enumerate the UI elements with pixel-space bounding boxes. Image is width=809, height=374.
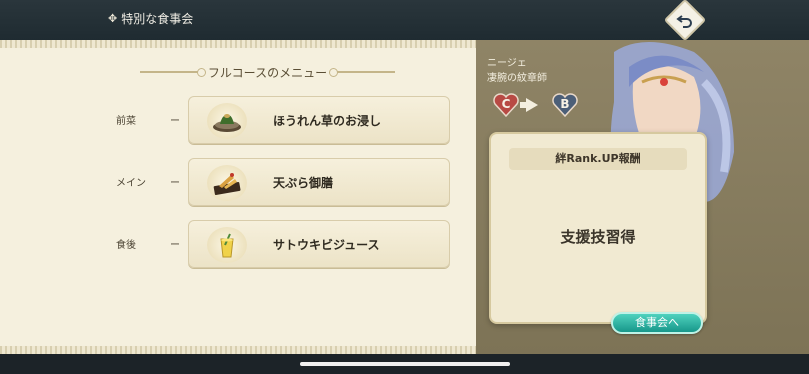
rank-next-letter: B [560, 97, 570, 111]
go-to-meal-button[interactable]: 食事会へ [611, 312, 703, 334]
spinach-dish-icon [207, 103, 247, 139]
course-label: 食後 [116, 240, 136, 251]
course-label: メイン [116, 178, 146, 189]
course-row-dessert: 食後 ー サトウキビジュース [0, 220, 476, 268]
arrow-right-icon [526, 98, 538, 112]
rank-current: C [493, 93, 519, 117]
reward-heading: 絆Rank.UP報酬 [509, 148, 687, 170]
course-row-main: メイン ー 天ぷら御膳 [0, 158, 476, 206]
reward-card: 絆Rank.UP報酬 支援技習得 [489, 132, 707, 324]
ornament-right [329, 68, 395, 77]
page-title: ✥ 特別な食事会 [108, 10, 193, 27]
top-bar: ✥ 特別な食事会 [0, 0, 809, 42]
panel-border [0, 40, 476, 48]
course-row-appetizer: 前菜 ー ほうれん草のお浸し [0, 96, 476, 144]
return-arrow-icon [676, 15, 692, 28]
tempura-dish-icon [207, 165, 247, 201]
back-button[interactable] [663, 0, 707, 42]
panel-border [0, 346, 476, 354]
dish-card-dessert[interactable]: サトウキビジュース [188, 220, 450, 268]
dish-name: サトウキビジュース [273, 238, 380, 252]
course-label: 前菜 [116, 116, 136, 127]
menu-heading: フルコースのメニュー [140, 64, 395, 82]
dish-card-main[interactable]: 天ぷら御膳 [188, 158, 450, 206]
home-indicator[interactable] [300, 362, 510, 366]
character-name: ニージェ [487, 58, 527, 69]
page-title-text: 特別な食事会 [121, 12, 194, 26]
rank-current-letter: C [501, 97, 511, 111]
rank-next: B [552, 93, 578, 117]
course-dash: ー [170, 178, 180, 189]
ornament-left [140, 68, 206, 77]
character-title: 凄腕の紋章師 [487, 73, 547, 84]
menu-heading-text: フルコースのメニュー [207, 66, 328, 80]
dish-name: 天ぷら御膳 [273, 176, 334, 190]
juice-glass-icon [207, 227, 247, 263]
course-dash: ー [170, 240, 180, 251]
dish-name: ほうれん草のお浸し [273, 114, 382, 128]
diamond-icon: ✥ [108, 12, 118, 25]
dish-card-appetizer[interactable]: ほうれん草のお浸し [188, 96, 450, 144]
course-dash: ー [170, 116, 180, 127]
reward-text: 支援技習得 [560, 228, 636, 246]
